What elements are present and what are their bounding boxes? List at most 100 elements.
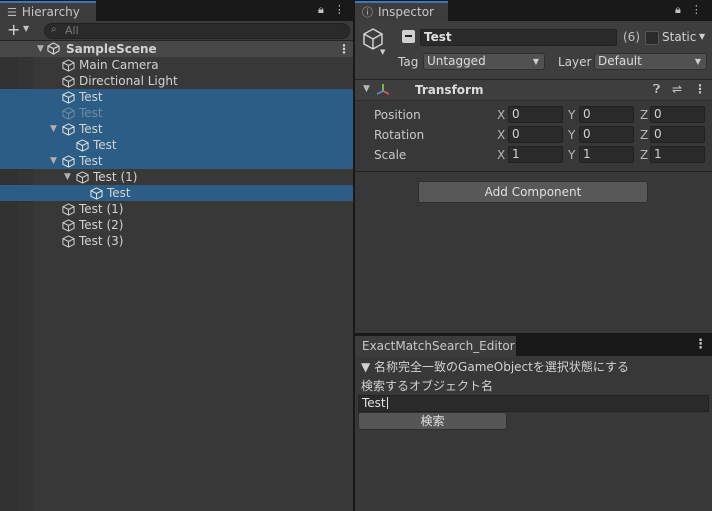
hierarchy-panel: ☰ Hierarchy 🔒︎ ⋮ + ▼ ⌕ All ▼ SampleScene… [0, 0, 353, 511]
more-menu-icon[interactable]: ⋮ [691, 3, 702, 17]
hierarchy-item-selected[interactable]: Test [0, 137, 353, 153]
hierarchy-item-selected[interactable]: Test [0, 185, 353, 201]
lock-icon[interactable]: 🔒︎ [675, 3, 681, 17]
rotation-z-field[interactable]: 0 [650, 126, 705, 143]
axis-z-label: Z [640, 148, 649, 162]
hierarchy-item-label: Test [93, 138, 117, 152]
hierarchy-item[interactable]: Test (2) [0, 217, 353, 233]
presets-icon[interactable]: ⇌ [672, 82, 682, 96]
rotation-y-field[interactable]: 0 [579, 126, 634, 143]
info-icon: ⓘ [362, 6, 373, 19]
chevron-down-icon: ▼ [694, 57, 701, 66]
hierarchy-item-label: Test [79, 90, 103, 104]
search-icon: ⌕ [51, 24, 57, 35]
position-label: Position [374, 108, 421, 122]
more-menu-icon[interactable]: ⋮ [694, 337, 707, 352]
inspector-tab-tools: 🔒︎ ⋮ [675, 3, 702, 17]
hierarchy-item-selected[interactable]: Test [0, 89, 353, 105]
add-component-button[interactable]: Add Component [418, 181, 648, 203]
rotation-label: Rotation [374, 128, 425, 142]
hierarchy-item[interactable]: Directional Light [0, 73, 353, 89]
gameobject-cube-icon [76, 171, 89, 184]
hierarchy-item-label: Test (3) [79, 234, 124, 248]
hierarchy-item[interactable]: Test (3) [0, 233, 353, 249]
text-caret [386, 397, 388, 409]
more-menu-icon[interactable]: ⋮ [334, 3, 345, 17]
tag-dropdown-value: Untagged [427, 54, 486, 68]
help-icon[interactable]: ❓︎ [653, 82, 660, 97]
transform-icon [376, 84, 390, 95]
scale-x-field[interactable]: 1 [508, 146, 563, 163]
expand-arrow-icon[interactable]: ▼ [64, 172, 71, 182]
active-toggle[interactable] [402, 30, 415, 43]
tab-hierarchy-label: Hierarchy [21, 5, 80, 19]
scale-label: Scale [374, 148, 407, 162]
hierarchy-item[interactable]: Test (1) [0, 201, 353, 217]
tag-dropdown[interactable]: Untagged ▼ [423, 53, 545, 70]
tab-hierarchy[interactable]: ☰ Hierarchy [0, 1, 96, 21]
inspector-panel: ⓘ Inspector 🔒︎ ⋮ ▼ Test (6) Static ▼ Tag… [355, 0, 712, 333]
foldout-header[interactable]: ▼ 名称完全一致のGameObjectを選択状態にする [361, 358, 629, 375]
scene-name: SampleScene [66, 42, 157, 56]
editor-tabbar: ExactMatchSearch_Editor ⋮ [355, 335, 712, 357]
hierarchy-item-label: Test [79, 154, 103, 168]
hierarchy-item[interactable]: Main Camera [0, 57, 353, 73]
scene-row[interactable]: ▼ SampleScene ⋮ [0, 41, 353, 57]
layer-dropdown-value: Default [598, 54, 642, 68]
scale-z-field[interactable]: 1 [650, 146, 705, 163]
axis-z-label: Z [640, 128, 649, 142]
gameobject-cube-icon [62, 123, 75, 136]
hierarchy-item-selected-inactive[interactable]: Test [0, 105, 353, 121]
chevron-down-icon[interactable]: ▼ [23, 24, 29, 33]
object-name-field[interactable]: Test [420, 29, 617, 46]
static-checkbox[interactable] [645, 31, 659, 45]
selection-count: (6) [623, 30, 640, 44]
search-placeholder: All [65, 24, 79, 37]
chevron-down-icon: ▼ [532, 57, 539, 66]
tab-inspector[interactable]: ⓘ Inspector [355, 1, 448, 21]
expand-arrow-icon[interactable]: ▼ [50, 156, 57, 166]
gameobject-cube-icon [62, 91, 75, 104]
hierarchy-item-label: Test (2) [79, 218, 124, 232]
expand-arrow-icon[interactable]: ▼ [37, 44, 44, 54]
axis-y-label: Y [568, 148, 576, 162]
hierarchy-tabbar: ☰ Hierarchy 🔒︎ ⋮ [0, 0, 353, 21]
hierarchy-item-label: Directional Light [79, 74, 178, 88]
axis-z-label: Z [640, 108, 649, 122]
search-button[interactable]: 検索 [358, 412, 507, 430]
hierarchy-tab-tools: 🔒︎ ⋮ [318, 3, 345, 17]
hierarchy-item-selected[interactable]: ▼ Test [0, 153, 353, 169]
object-header: ▼ Test (6) Static ▼ Tag Untagged ▼ Layer… [355, 21, 712, 80]
gameobject-cube-icon [90, 187, 103, 200]
chevron-down-icon[interactable]: ▼ [699, 32, 705, 41]
position-x-field[interactable]: 0 [508, 106, 563, 123]
scale-y-field[interactable]: 1 [579, 146, 634, 163]
hierarchy-item-label: Test [107, 186, 131, 200]
expand-arrow-icon[interactable]: ▼ [363, 84, 370, 94]
rotation-x-field[interactable]: 0 [508, 126, 563, 143]
tab-exact-match-search-editor[interactable]: ExactMatchSearch_Editor [355, 336, 516, 357]
more-menu-icon[interactable]: ⋮ [338, 41, 350, 57]
position-y-field[interactable]: 0 [579, 106, 634, 123]
search-input[interactable]: ⌕ All [44, 23, 350, 39]
hierarchy-item-label: Test [79, 122, 103, 136]
gameobject-cube-icon [62, 59, 75, 72]
hierarchy-item-selected[interactable]: ▼ Test [0, 121, 353, 137]
layer-dropdown[interactable]: Default ▼ [594, 53, 707, 70]
axis-x-label: X [497, 108, 506, 122]
gameobject-cube-icon [62, 107, 75, 120]
axis-x-label: X [497, 128, 506, 142]
add-button[interactable]: + [7, 21, 20, 39]
gameobject-cube-icon [62, 203, 75, 216]
field-label: 検索するオブジェクト名 [361, 379, 494, 393]
lock-icon[interactable]: 🔒︎ [318, 3, 324, 17]
expand-arrow-icon[interactable]: ▼ [50, 124, 57, 134]
list-icon: ☰ [7, 5, 17, 19]
object-name-input-value: Test [362, 396, 386, 410]
position-z-field[interactable]: 0 [650, 106, 705, 123]
transform-component-header[interactable]: ▼ Transform ❓︎ ⇌ ⋮ [355, 80, 712, 101]
more-menu-icon[interactable]: ⋮ [694, 82, 706, 96]
hierarchy-item[interactable]: ▼ Test (1) [0, 169, 353, 185]
chevron-down-icon[interactable]: ▼ [380, 48, 385, 56]
object-name-input[interactable]: Test [358, 395, 709, 412]
